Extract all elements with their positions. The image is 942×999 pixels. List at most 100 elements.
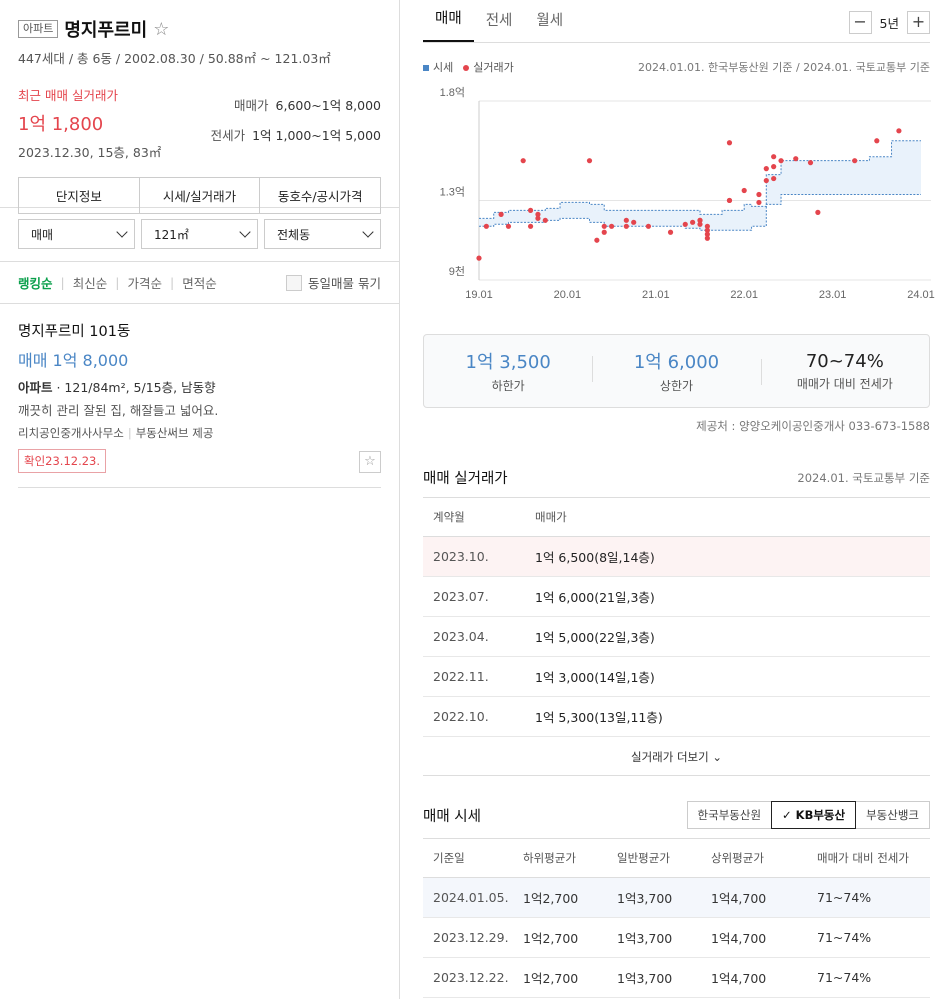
cell-price: 1억 6,500(8일,14층): [535, 550, 655, 565]
divider: [423, 42, 930, 43]
sale-label: 매매가: [234, 98, 269, 113]
sort-area[interactable]: 면적순: [182, 273, 217, 292]
trade-point: [667, 229, 674, 235]
trade-point: [807, 160, 814, 166]
legend-market-label: 시세: [433, 61, 454, 74]
trade-point: [697, 221, 703, 227]
table-row[interactable]: 2022.11. 1억 3,000(14일,1층): [423, 657, 930, 697]
recent-trade: 최근 매매 실거래가 1억 1,800 2023.12.30, 15층, 83㎡…: [18, 85, 381, 161]
tab-monthly[interactable]: 월세: [524, 9, 575, 42]
cell-low: 1억2,700: [523, 931, 579, 946]
listing-price: 매매 1억 8,000: [18, 351, 129, 370]
divider: |: [169, 275, 175, 290]
trade-type-value: 매매: [31, 227, 54, 242]
more-trades-button[interactable]: 실거래가 더보기 ⌄: [423, 738, 930, 776]
divider: |: [115, 275, 120, 290]
jeonse-range: 1억 1,000~1억 5,000: [252, 128, 381, 143]
source-reb[interactable]: 한국부동산원: [686, 801, 773, 829]
legend-items: 시세 실거래가: [423, 59, 514, 75]
trade-point: [704, 235, 710, 241]
price-chart: 9천 1.3억 1.8억 19.01 20.01 21.01 22.01 23.01 24.0…: [440, 86, 935, 301]
recent-price: 1억 1,800: [18, 114, 104, 135]
source-bank[interactable]: 부동산뱅크: [855, 801, 930, 829]
cell-high: 1억4,700: [711, 971, 767, 986]
market-price-table: 기준일 하위평균가 일반평균가 상위평균가 매매가 대비 전세가 2024.01…: [423, 838, 930, 998]
trade-point: [896, 128, 902, 134]
period-minus-button[interactable]: −: [848, 11, 872, 34]
x-tick-label: 21.01: [642, 289, 670, 301]
table-row[interactable]: 2023.07. 1억 6,000(21일,3층): [423, 577, 930, 617]
actual-trades-ref: 2024.01. 국토교통부 기준: [797, 470, 930, 485]
table-row[interactable]: 2022.10. 1억 5,300(13일,11층): [423, 697, 930, 737]
trade-point: [498, 211, 504, 217]
tab-complex-info[interactable]: 단지정보: [19, 178, 140, 213]
listing-name: 명지푸르미 101동: [18, 324, 131, 340]
cell-price: 1억 3,000(14일,1층): [535, 670, 655, 685]
table-row[interactable]: 2024.01.05. 1억2,700 1억3,700 1억4,700 71~7…: [423, 878, 930, 918]
trade-point: [815, 209, 821, 215]
recent-sub: 2023.12.30, 15층, 83㎡: [18, 145, 162, 160]
cell-mid: 1억3,700: [617, 971, 673, 986]
trade-point: [527, 223, 534, 229]
filter-bar: 매매 121㎡ 전체동: [0, 208, 399, 262]
dot-icon: [463, 65, 470, 71]
recent-left: 최근 매매 실거래가 1억 1,800 2023.12.30, 15층, 83㎡: [18, 85, 161, 161]
cell-ratio: 71~74%: [817, 890, 872, 905]
tab-sale[interactable]: 매매: [423, 7, 474, 42]
table-row[interactable]: 2023.12.29. 1억2,700 1억3,700 1억4,700 71~7…: [423, 918, 930, 958]
trade-point: [594, 237, 600, 243]
stat-upper-label: 상한가: [659, 379, 694, 393]
sort-ranking[interactable]: 랭킹순: [18, 273, 53, 292]
complex-tabs: 단지정보 시세/실거래가 동호수/공시가격: [18, 177, 381, 214]
table-row[interactable]: 2023.10. 1억 6,500(8일,14층): [423, 537, 930, 577]
trade-point: [771, 175, 777, 182]
trade-point: [535, 211, 541, 217]
cell-mid: 1억3,700: [617, 891, 673, 906]
cell-date: 2023.12.29.: [433, 930, 509, 945]
sort-price[interactable]: 가격순: [127, 273, 162, 292]
col-ratio: 매매가 대비 전세가: [817, 851, 909, 865]
group-same-listings[interactable]: 동일매물 묶기: [286, 273, 381, 292]
sale-range-row: 매매가 6,600~1억 8,000: [211, 95, 381, 114]
chevron-down-icon: [116, 226, 128, 238]
listing-item[interactable]: 명지푸르미 101동 매매 1억 8,000 아파트 · 121/84m², 5…: [18, 320, 381, 488]
sort-latest[interactable]: 최신순: [73, 273, 108, 292]
trade-point: [852, 158, 858, 164]
cell-price: 1억 5,000(22일,3층): [535, 630, 655, 645]
table-row[interactable]: 2023.12.22. 1억2,700 1억3,700 1억4,700 71~7…: [423, 958, 930, 998]
dong-select[interactable]: 전체동: [264, 219, 381, 249]
tab-market-price[interactable]: 시세/실거래가: [140, 178, 261, 213]
period-plus-button[interactable]: +: [907, 11, 930, 34]
trade-point: [771, 154, 777, 160]
table-row[interactable]: 2023.04. 1억 5,000(22일,3층): [423, 617, 930, 657]
area-select[interactable]: 121㎡: [141, 219, 258, 249]
tab-jeonse[interactable]: 전세: [474, 9, 525, 42]
price-ranges: 매매가 6,600~1억 8,000 전세가 1억 1,000~1억 5,000: [211, 95, 381, 161]
listing-type: 아파트: [18, 380, 53, 395]
tab-unit-public-price[interactable]: 동호수/공시가격: [260, 178, 380, 213]
trade-tabs: 매매 전세 월세 − 5년 +: [401, 0, 942, 42]
jeonse-label: 전세가: [210, 128, 246, 143]
agent-name: 리치공인중개사사무소: [18, 426, 124, 440]
listing-spec-detail: · 121/84m², 5/15층, 남동향: [52, 380, 216, 395]
divider: |: [60, 275, 65, 290]
trade-point: [726, 140, 733, 146]
trade-type-select[interactable]: 매매: [18, 219, 135, 249]
star-icon[interactable]: ☆: [153, 19, 169, 40]
trade-point: [756, 199, 762, 206]
trade-point: [645, 223, 652, 229]
legend-market: 시세: [423, 59, 453, 75]
recent-label: 최근 매매 실거래가: [18, 88, 118, 103]
x-tick-label: 20.01: [554, 289, 582, 301]
listing-source: 부동산써브 제공: [135, 426, 214, 440]
trade-point: [682, 221, 688, 227]
legend-actual-label: 실거래가: [473, 61, 514, 74]
trade-point: [505, 223, 512, 229]
favorite-star-button[interactable]: ☆: [359, 451, 381, 473]
cell-price: 1억 5,300(13일,11층): [535, 710, 663, 725]
group-checkbox[interactable]: [286, 274, 303, 291]
y-axis-labels: 9천 1.3억 1.8억: [440, 86, 465, 278]
source-kb[interactable]: ✓ KB부동산: [771, 801, 857, 829]
x-axis-labels: 19.01 20.01 21.01 22.01 23.01 24.01: [465, 289, 935, 301]
col-low-avg: 하위평균가: [523, 851, 576, 865]
